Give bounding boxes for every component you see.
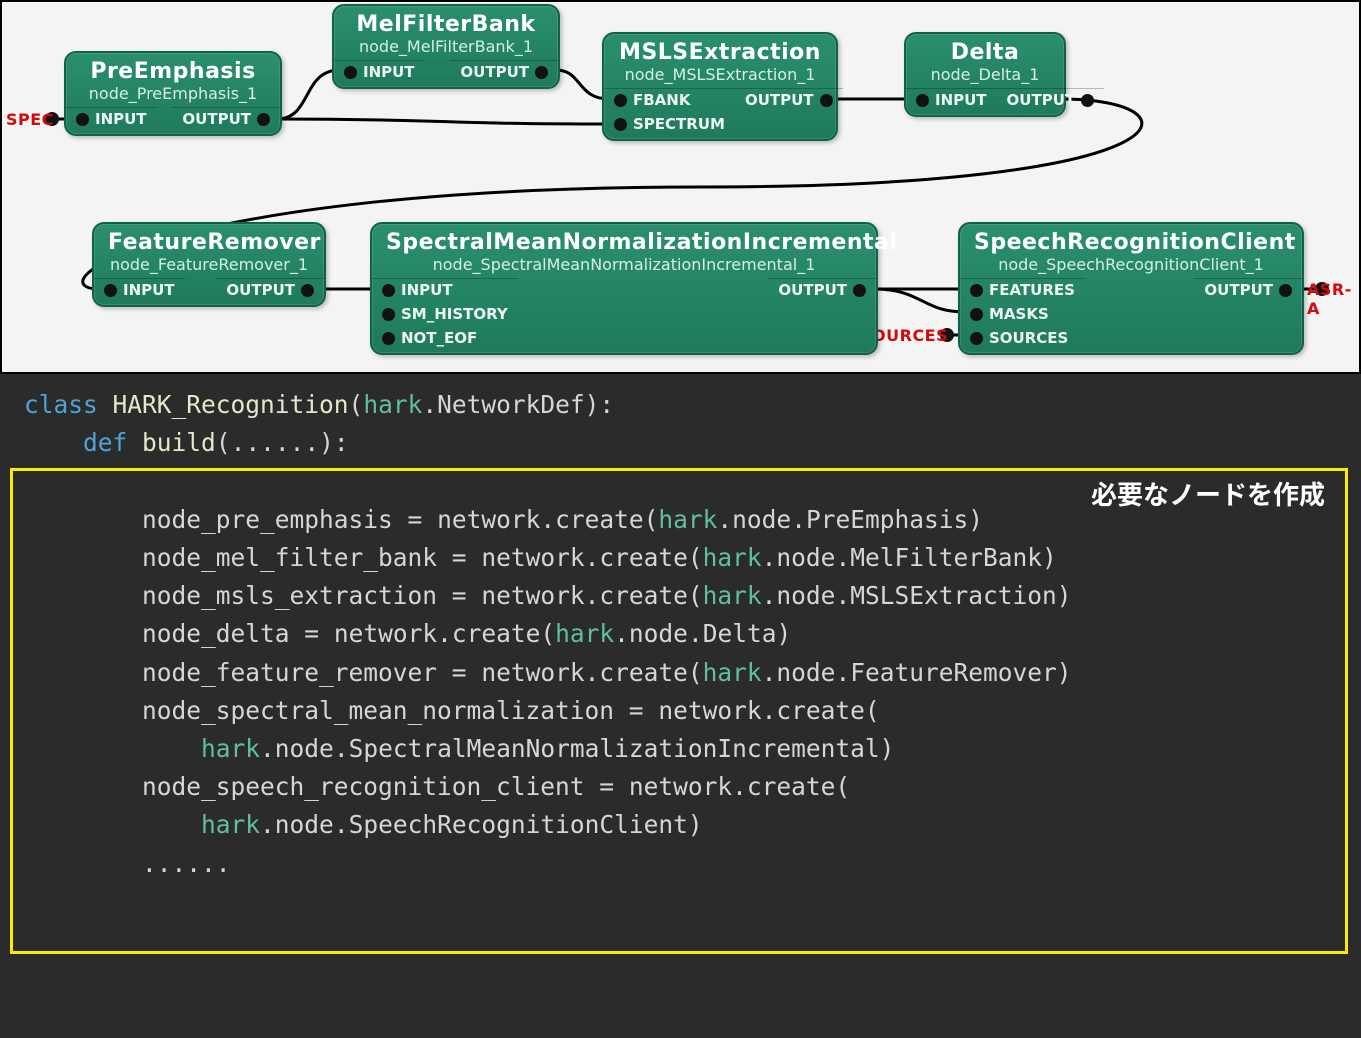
port-dot-icon [916,94,929,107]
port-dot-icon [76,113,89,126]
port-dot-icon [970,308,983,321]
function-build: build [142,428,216,457]
port-dot-icon [853,284,866,297]
node-subtitle: node_FeatureRemover_1 [108,255,310,274]
keyword-class: class [24,390,98,419]
external-label-spec: SPEC [6,110,54,129]
port-dot-icon [1279,284,1292,297]
node-title: Delta [920,40,1050,65]
port-dot-icon [257,113,270,126]
port-dot-icon [535,66,548,79]
node-subtitle: node_Delta_1 [920,65,1050,84]
port-output[interactable]: OUTPUT [735,88,843,111]
node-mel-filter-bank[interactable]: MelFilterBank node_MelFilterBank_1 INPUT… [332,4,560,89]
port-dot-icon [614,118,627,131]
port-input[interactable]: INPUT [94,278,185,301]
node-title: SpeechRecognitionClient [974,230,1288,255]
node-title: SpectralMeanNormalizationIncremental [386,230,862,255]
node-title: PreEmphasis [80,59,266,84]
port-dot-icon [301,284,314,297]
node-subtitle: node_MSLSExtraction_1 [618,65,822,84]
port-input[interactable]: INPUT [906,88,997,111]
port-dot-icon [104,284,117,297]
port-not-eof[interactable]: NOT_EOF [372,327,518,349]
port-output[interactable]: OUTPUT [172,107,280,130]
node-subtitle: node_MelFilterBank_1 [348,37,544,56]
node-title: MSLSExtraction [618,40,822,65]
port-output[interactable]: OUTPUT [997,88,1105,111]
node-subtitle: node_SpectralMeanNormalizationIncrementa… [386,255,862,274]
external-label-asr-a: ASR-A [1307,280,1359,318]
port-features[interactable]: FEATURES [960,278,1085,301]
port-spectrum[interactable]: SPECTRUM [604,113,735,135]
port-dot-icon [970,332,983,345]
port-input[interactable]: INPUT [66,107,157,130]
port-sources[interactable]: SOURCES [960,327,1085,349]
port-input[interactable]: INPUT [372,278,518,301]
keyword-def: def [83,428,127,457]
port-dot-icon [382,308,395,321]
port-input[interactable]: INPUT [334,60,425,83]
port-output[interactable]: OUTPUT [1194,278,1302,301]
port-masks[interactable]: MASKS [960,303,1085,325]
port-output[interactable]: OUTPUT [216,278,324,301]
node-spectral-mean-normalization[interactable]: SpectralMeanNormalizationIncremental nod… [370,222,878,355]
node-title: FeatureRemover [108,230,310,255]
port-sm-history[interactable]: SM_HISTORY [372,303,518,325]
node-graph-diagram: SPEC SOURCES ASR-A PreEmphasis node_PreE… [0,0,1361,374]
node-title: MelFilterBank [348,12,544,37]
port-dot-icon [382,284,395,297]
port-dot-icon [820,94,833,107]
node-pre-emphasis[interactable]: PreEmphasis node_PreEmphasis_1 INPUT OUT… [64,51,282,136]
annotation-create-nodes: 必要なノードを作成 [1091,474,1325,515]
port-output[interactable]: OUTPUT [450,60,558,83]
node-msls-extraction[interactable]: MSLSExtraction node_MSLSExtraction_1 FBA… [602,32,838,141]
port-dot-icon [344,66,357,79]
class-name: HARK_Recognition [113,390,349,419]
code-block: class HARK_Recognition(hark.NetworkDef):… [0,374,1361,1038]
port-dot-icon [1081,94,1094,107]
port-dot-icon [382,332,395,345]
port-fbank[interactable]: FBANK [604,88,735,111]
node-delta[interactable]: Delta node_Delta_1 INPUT OUTPUT [904,32,1066,117]
port-dot-icon [970,284,983,297]
node-feature-remover[interactable]: FeatureRemover node_FeatureRemover_1 INP… [92,222,326,307]
port-dot-icon [614,94,627,107]
node-subtitle: node_PreEmphasis_1 [80,84,266,103]
node-speech-recognition-client[interactable]: SpeechRecognitionClient node_SpeechRecog… [958,222,1304,355]
node-subtitle: node_SpeechRecognitionClient_1 [974,255,1288,274]
port-output[interactable]: OUTPUT [768,278,876,301]
